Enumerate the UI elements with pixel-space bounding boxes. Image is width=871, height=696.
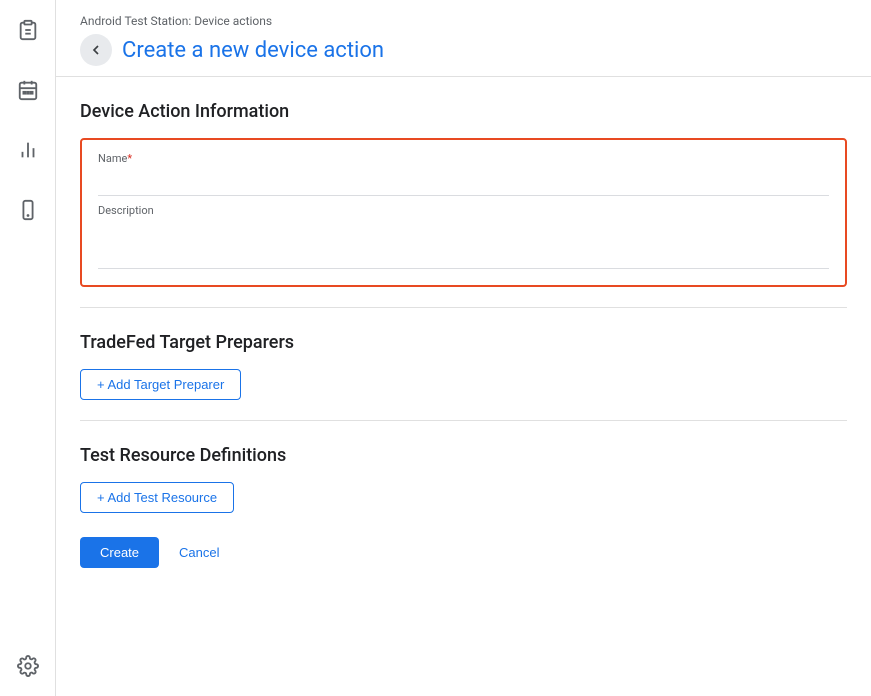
description-label: Description — [98, 204, 829, 217]
description-field-wrapper: Description — [98, 204, 829, 273]
sidebar-item-settings[interactable] — [10, 648, 46, 684]
section-title-tradefed: TradeFed Target Preparers — [80, 332, 847, 353]
form-actions: Create Cancel — [80, 537, 847, 568]
tradefed-section: TradeFed Target Preparers + Add Target P… — [80, 308, 847, 421]
section-title-device-action: Device Action Information — [80, 101, 847, 122]
main-content: Android Test Station: Device actions Cre… — [56, 0, 871, 696]
section-title-test-resource: Test Resource Definitions — [80, 445, 847, 466]
description-input[interactable] — [98, 221, 829, 269]
breadcrumb: Android Test Station: Device actions — [80, 14, 847, 28]
form-group-device-action: Name* Description — [80, 138, 847, 287]
name-field-wrapper: Name* — [98, 152, 829, 196]
sidebar-item-calendar[interactable] — [10, 72, 46, 108]
back-button[interactable] — [80, 34, 112, 66]
name-label: Name* — [98, 152, 829, 165]
page-title: Create a new device action — [122, 38, 384, 63]
sidebar-item-analytics[interactable] — [10, 132, 46, 168]
create-button[interactable]: Create — [80, 537, 159, 568]
cancel-button[interactable]: Cancel — [167, 537, 231, 568]
name-input[interactable] — [98, 169, 829, 196]
sidebar — [0, 0, 56, 696]
content-area: Device Action Information Name* Descript… — [56, 77, 871, 628]
sidebar-item-device[interactable] — [10, 192, 46, 228]
add-target-preparer-button[interactable]: + Add Target Preparer — [80, 369, 241, 400]
device-action-info-section: Device Action Information Name* Descript… — [80, 77, 847, 308]
test-resource-section: Test Resource Definitions + Add Test Res… — [80, 421, 847, 588]
add-test-resource-button[interactable]: + Add Test Resource — [80, 482, 234, 513]
sidebar-item-clipboard[interactable] — [10, 12, 46, 48]
topbar: Android Test Station: Device actions Cre… — [56, 0, 871, 77]
